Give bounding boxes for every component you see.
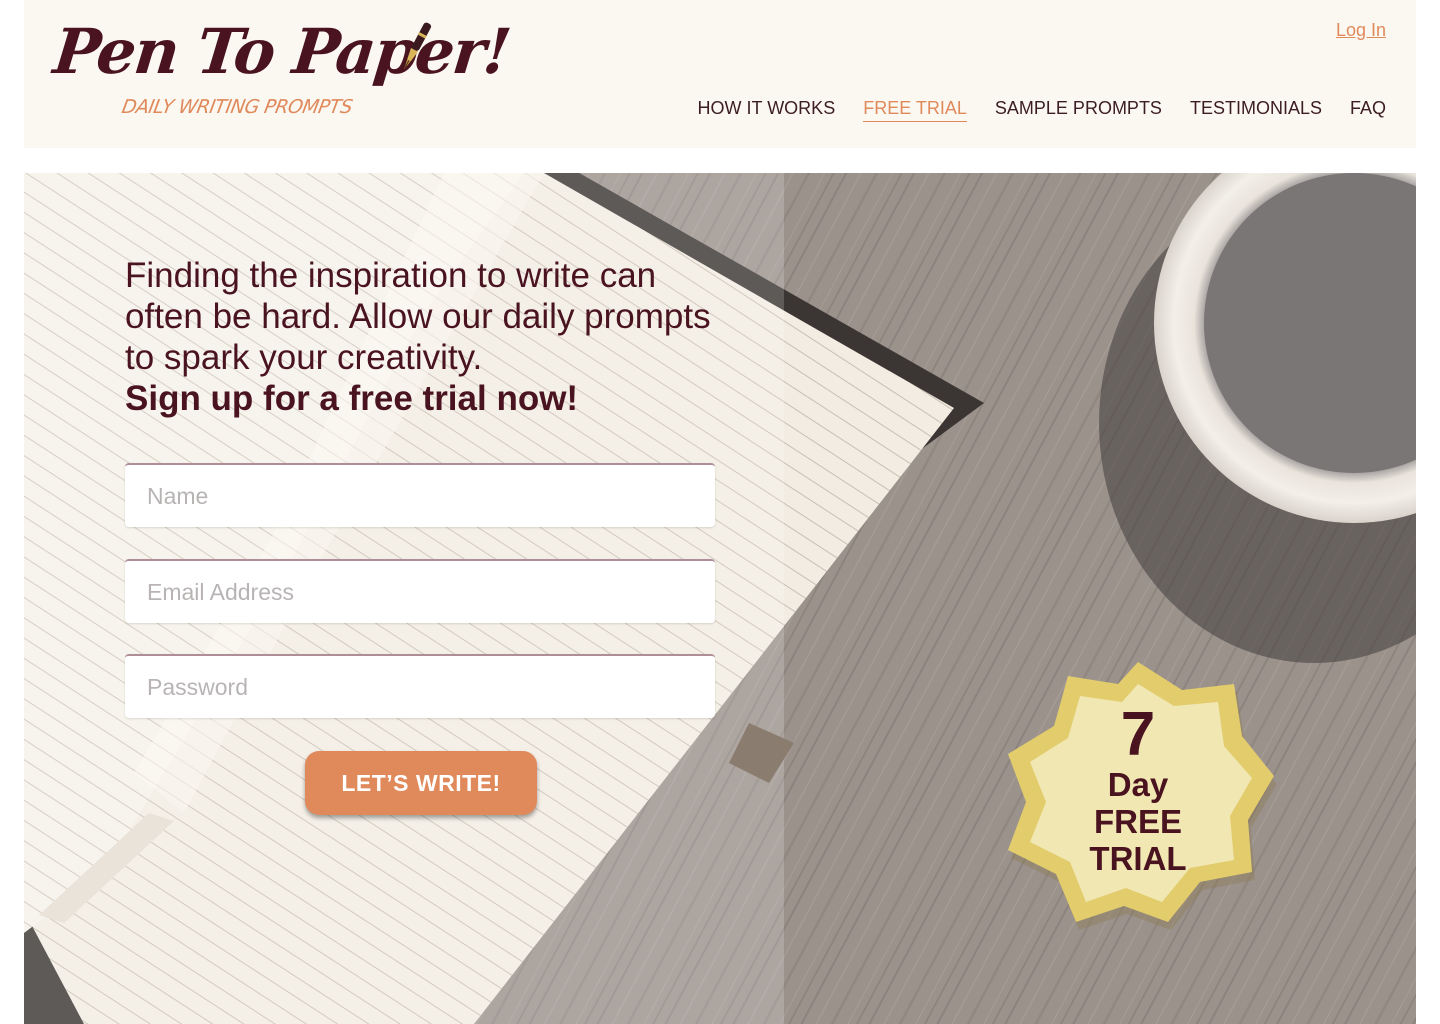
logo-tagline: DAILY WRITING PROMPTS xyxy=(120,96,355,118)
hero-cta-text: Sign up for a free trial now! xyxy=(125,379,579,418)
email-field[interactable] xyxy=(125,559,715,623)
hero-section: Finding the inspiration to write can oft… xyxy=(24,173,1416,1024)
hero-copy: Finding the inspiration to write can oft… xyxy=(125,255,725,419)
main-nav: HOW IT WORKS FREE TRIAL SAMPLE PROMPTS T… xyxy=(670,98,1386,122)
fountain-pen-icon xyxy=(404,22,432,70)
password-field[interactable] xyxy=(125,654,715,718)
nav-item-free-trial[interactable]: FREE TRIAL xyxy=(863,98,967,122)
hero-intro-text: Finding the inspiration to write can oft… xyxy=(125,256,711,377)
nav-item-faq[interactable]: FAQ xyxy=(1350,98,1386,122)
nav-item-testimonials[interactable]: TESTIMONIALS xyxy=(1190,98,1322,122)
lets-write-button[interactable]: LET’S WRITE! xyxy=(305,751,537,815)
logo-title: Pen To Paper! xyxy=(50,15,513,88)
name-field[interactable] xyxy=(125,463,715,527)
free-trial-badge: 7 Day FREE TRIAL xyxy=(998,658,1278,933)
nav-item-sample-prompts[interactable]: SAMPLE PROMPTS xyxy=(995,98,1162,122)
nav-item-how-it-works[interactable]: HOW IT WORKS xyxy=(698,98,836,122)
login-link[interactable]: Log In xyxy=(1336,20,1386,41)
badge-line-trial: TRIAL xyxy=(1089,840,1187,877)
badge-text: 7 Day FREE TRIAL xyxy=(998,700,1278,878)
badge-line-day: Day xyxy=(1107,766,1169,803)
badge-line-free: FREE xyxy=(1093,803,1182,840)
site-header: Pen To Paper! DAILY WRITING PROMPTS Log … xyxy=(24,0,1416,148)
logo[interactable]: Pen To Paper! DAILY WRITING PROMPTS xyxy=(50,14,513,126)
badge-number: 7 xyxy=(1120,700,1156,769)
